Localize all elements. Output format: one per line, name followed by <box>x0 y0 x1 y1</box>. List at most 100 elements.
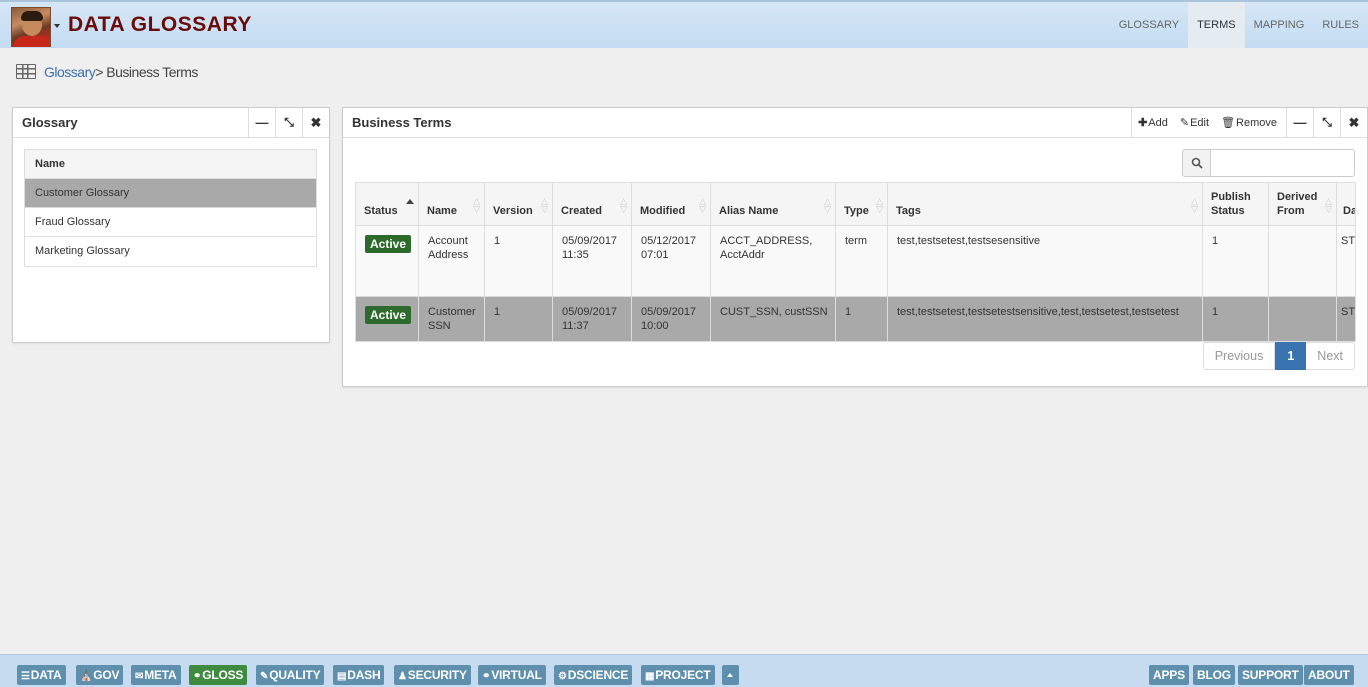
cell-alias: CUST_SSN, custSSN <box>710 296 836 342</box>
next-page-button[interactable]: Next <box>1306 342 1355 370</box>
footer-apps-button[interactable]: APPS <box>1149 665 1189 685</box>
col-status[interactable]: Status <box>355 182 419 226</box>
cell-alias: ACCT_ADDRESS, AcctAddr <box>710 225 836 297</box>
nav-mapping[interactable]: MAPPING <box>1245 2 1314 48</box>
cell-data-type: STRING <box>1336 225 1356 297</box>
footer-project-button[interactable]: ▦PROJECT <box>641 665 715 685</box>
footer-support-button[interactable]: SUPPORT <box>1238 665 1303 685</box>
business-terms-header: Business Terms ✚ Add ✎ Edit 🗑 Remove — ⤡ ✖ <box>343 108 1367 138</box>
database-icon: ☰ <box>21 671 30 682</box>
avatar-caret-down-icon[interactable] <box>54 24 60 28</box>
footer-virtual-button[interactable]: ⚭VIRTUAL <box>478 665 546 685</box>
close-icon[interactable]: ✖ <box>302 108 329 137</box>
current-page-button[interactable]: 1 <box>1275 342 1307 370</box>
col-publish-status[interactable]: Publish Status <box>1202 182 1269 226</box>
cell-publish-status: 1 <box>1202 296 1269 342</box>
status-badge: Active <box>365 235 412 253</box>
nav-glossary[interactable]: GLOSSARY <box>1110 2 1188 48</box>
sort-icon: △ ▽ <box>1191 196 1198 214</box>
breadcrumb: Glossary> Business Terms <box>44 64 198 80</box>
status-badge: Active <box>365 306 412 324</box>
pagination: Previous 1 Next <box>1202 342 1355 370</box>
col-name[interactable]: Name △ ▽ <box>418 182 485 226</box>
cell-data-type: STRING <box>1336 296 1356 342</box>
cell-tags: test,testsetest,testsesensitive <box>887 225 1203 297</box>
footer-data-button[interactable]: ☰DATA <box>17 665 66 685</box>
chart-icon: ▤ <box>337 671 347 682</box>
top-nav: GLOSSARY TERMS MAPPING RULES <box>1110 2 1368 48</box>
table-row[interactable]: Active Customer SSN 1 05/09/2017 11:37 0… <box>355 296 1356 342</box>
minimize-icon[interactable]: — <box>248 108 275 137</box>
cell-publish-status: 1 <box>1202 225 1269 297</box>
footer-bar: ☰DATA ⛪GOV ✉META ⚭GLOSS ✎QUALITY ▤DASH ♟… <box>0 654 1368 687</box>
glossary-item-fraud[interactable]: Fraud Glossary <box>25 208 316 237</box>
close-icon[interactable]: ✖ <box>1340 108 1367 137</box>
cell-tags: test,testsetest,testsetestsensitive,test… <box>887 296 1203 342</box>
sort-icon: △ ▽ <box>699 196 706 214</box>
bank-icon: ⛪ <box>80 671 93 682</box>
nav-terms[interactable]: TERMS <box>1188 2 1245 48</box>
col-tags[interactable]: Tags △ ▽ <box>887 182 1203 226</box>
sort-icon: △ ▽ <box>876 196 883 214</box>
footer-meta-button[interactable]: ✉META <box>131 665 181 685</box>
col-type[interactable]: Type △ ▽ <box>835 182 888 226</box>
expand-icon[interactable]: ⤡ <box>1313 108 1340 137</box>
glossary-panel-title: Glossary <box>22 115 78 130</box>
minimize-icon[interactable]: — <box>1286 108 1313 137</box>
cell-created: 05/09/2017 11:35 <box>552 225 632 297</box>
col-data-type[interactable]: Data Type <box>1336 182 1356 226</box>
table-icon <box>16 64 36 79</box>
search-icon[interactable] <box>1182 149 1210 177</box>
footer-dash-button[interactable]: ▤DASH <box>333 665 385 685</box>
breadcrumb-glossary-link[interactable]: Glossary <box>44 64 96 80</box>
footer-security-button[interactable]: ♟SECURITY <box>394 665 471 685</box>
cell-created: 05/09/2017 11:37 <box>552 296 632 342</box>
link-icon: ⚭ <box>482 671 491 682</box>
users-icon: ♟ <box>398 671 407 682</box>
footer-gov-button[interactable]: ⛪GOV <box>76 665 124 685</box>
sort-icon: △ ▽ <box>541 196 548 214</box>
sort-icon: △ ▽ <box>620 196 627 214</box>
glossary-item-customer[interactable]: Customer Glossary <box>25 179 316 208</box>
cogs-icon: ⚙ <box>558 671 567 682</box>
search-box <box>1182 149 1355 177</box>
col-created[interactable]: Created △ ▽ <box>552 182 632 226</box>
cell-version: 1 <box>484 225 553 297</box>
glossary-panel-header: Glossary — ⤡ ✖ <box>13 108 329 138</box>
edit-button[interactable]: ✎ Edit <box>1180 116 1209 130</box>
cell-name: Customer SSN <box>418 296 485 342</box>
table-row[interactable]: Active Account Address 1 05/09/2017 11:3… <box>355 225 1356 297</box>
expand-icon[interactable]: ⤡ <box>275 108 302 137</box>
glossary-table: Name Customer Glossary Fraud Glossary Ma… <box>24 149 317 267</box>
footer-about-button[interactable]: ABOUT <box>1304 665 1354 685</box>
cell-type: term <box>835 225 888 297</box>
add-button[interactable]: ✚ Add <box>1138 116 1168 130</box>
nav-rules[interactable]: RULES <box>1313 2 1368 48</box>
footer-blog-button[interactable]: BLOG <box>1193 665 1235 685</box>
col-modified[interactable]: Modified △ ▽ <box>631 182 711 226</box>
col-version[interactable]: Version △ ▽ <box>484 182 553 226</box>
breadcrumb-current: Business Terms <box>102 64 198 80</box>
table-header-row: Status Name △ ▽ Version △ ▽ Created △ ▽ Modifi… <box>355 182 1356 226</box>
business-terms-panel: Business Terms ✚ Add ✎ Edit 🗑 Remove — ⤡ ✖ … <box>342 107 1368 387</box>
top-bar: DATA GLOSSARY GLOSSARY TERMS MAPPING RUL… <box>0 0 1368 48</box>
footer-dscience-button[interactable]: ⚙DSCIENCE <box>554 665 633 685</box>
cell-type: 1 <box>835 296 888 342</box>
col-derived-from[interactable]: Derived From △ ▽ <box>1268 182 1337 226</box>
glossary-column-header[interactable]: Name <box>25 150 316 179</box>
footer-quality-button[interactable]: ✎QUALITY <box>256 665 325 685</box>
glossary-item-marketing[interactable]: Marketing Glossary <box>25 237 316 266</box>
glossary-panel: Glossary — ⤡ ✖ Name Customer Glossary Fr… <box>12 107 330 343</box>
footer-expand-up-icon[interactable] <box>722 665 739 685</box>
sort-asc-icon <box>406 199 414 204</box>
business-terms-table: Status Name △ ▽ Version △ ▽ Created △ ▽ Modifi… <box>355 182 1356 342</box>
edit-icon: ✎ <box>260 671 269 682</box>
search-input[interactable] <box>1210 149 1355 177</box>
envelope-icon: ✉ <box>135 671 144 682</box>
remove-button[interactable]: 🗑 Remove <box>1221 116 1277 130</box>
user-avatar[interactable] <box>11 7 51 47</box>
breadcrumb-separator: > <box>95 64 103 80</box>
col-alias-name[interactable]: Alias Name △ ▽ <box>710 182 836 226</box>
footer-gloss-button[interactable]: ⚭GLOSS <box>189 665 248 685</box>
previous-page-button[interactable]: Previous <box>1202 342 1276 370</box>
